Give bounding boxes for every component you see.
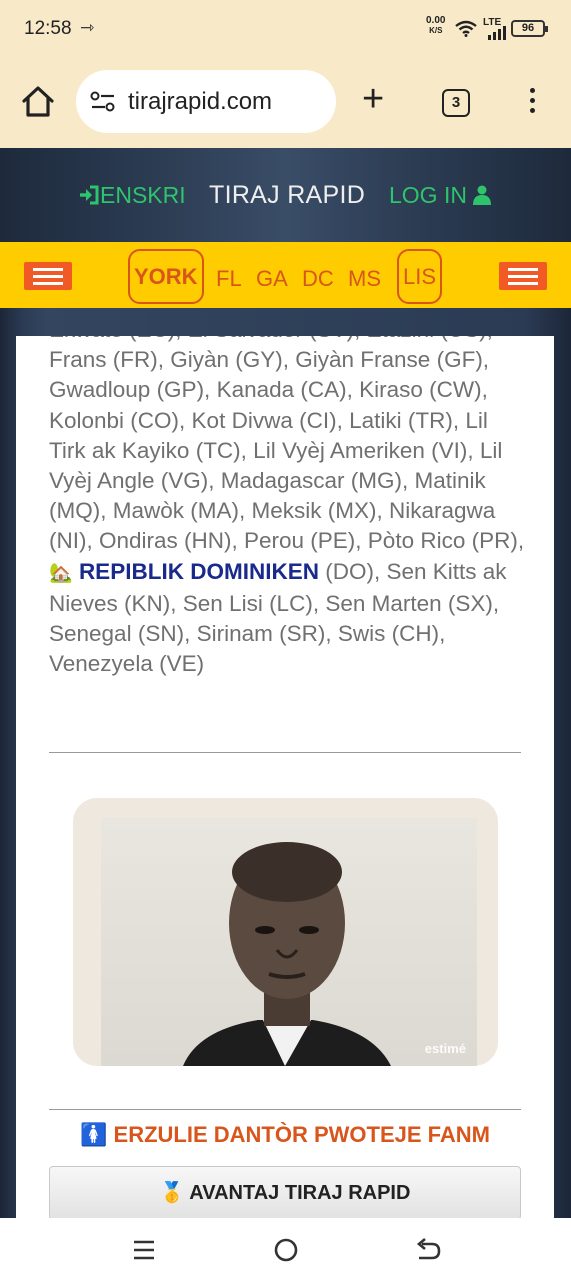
network-speed: 0.00 K/S [426,16,445,36]
clock: 12:58 [24,18,72,39]
country-highlight[interactable]: REPIBLIK DOMINIKEN [79,559,319,584]
notification-icon: ⇾ [80,18,95,37]
login-label: LOG IN [389,182,467,208]
divider [49,752,521,753]
nav-item-ms[interactable]: MS [348,266,381,292]
lottery-nav: YORK FL GA DC MS LIS [0,242,571,308]
login-link[interactable]: LOG IN [389,182,492,209]
battery-icon: 96 [511,20,548,37]
site-title[interactable]: TIRAJ RAPID [209,181,365,210]
photo-watermark: estimé [424,1041,466,1056]
address-bar[interactable]: tirajrapid.com [76,70,336,133]
divider [49,1109,521,1110]
status-bar: 12:58 ⇾ 0.00 K/S LTE 96 [0,0,571,58]
wifi-icon [455,20,477,37]
home-nav-icon[interactable] [270,1234,302,1266]
system-nav-bar [0,1218,571,1280]
countries-text-before: Ekwatè (EC), El Salvador (SV), Etazini (… [49,336,525,554]
network-speed-value: 0.00 [426,15,446,26]
tab-switcher-button[interactable]: 3 [442,89,470,117]
register-link[interactable]: ENSKRI [78,182,186,209]
back-icon[interactable] [412,1234,444,1266]
network-speed-unit: K/S [429,26,443,35]
menu-right-icon[interactable] [499,262,547,290]
browser-toolbar: tirajrapid.com + 3 [0,58,571,148]
countries-list: Ekwatè (EC), El Salvador (SV), Etazini (… [49,336,529,679]
nav-item-lis[interactable]: LIS [397,249,443,304]
user-icon [473,185,492,205]
main-content: Ekwatè (EC), El Salvador (SV), Etazini (… [16,336,554,1218]
portrait-figure [183,842,391,1066]
avantaj-label: AVANTAJ TIRAJ RAPID [189,1182,411,1204]
new-tab-icon[interactable]: + [362,80,384,118]
nav-item-ga[interactable]: GA [256,266,288,292]
sign-in-icon [80,185,99,205]
nav-item-york[interactable]: YORK [128,249,204,304]
signal-icon [488,26,506,40]
nav-item-fl[interactable]: FL [216,266,242,292]
menu-left-icon[interactable] [24,262,72,290]
house-icon: 🏡 [49,562,73,584]
recent-apps-icon[interactable] [128,1234,160,1266]
avantaj-button[interactable]: 🥇 AVANTAJ TIRAJ RAPID [49,1166,521,1218]
erzulie-banner[interactable]: 🚺 ERZULIE DANTÒR PWOTEJE FANM [16,1122,554,1148]
url-text[interactable]: tirajrapid.com [128,88,272,116]
erzulie-banner-label: ERZULIE DANTÒR PWOTEJE FANM [113,1122,490,1147]
site-settings-icon[interactable] [90,91,116,113]
register-label: ENSKRI [100,182,186,208]
medal-icon: 🥇 [159,1182,185,1204]
site-header: ENSKRI TIRAJ RAPID LOG IN [0,148,571,242]
more-menu-icon[interactable] [530,88,536,118]
nav-item-dc[interactable]: DC [302,266,334,292]
home-icon[interactable] [18,82,58,122]
portrait-image: estimé [73,798,498,1066]
female-icon: 🚺 [80,1122,108,1147]
